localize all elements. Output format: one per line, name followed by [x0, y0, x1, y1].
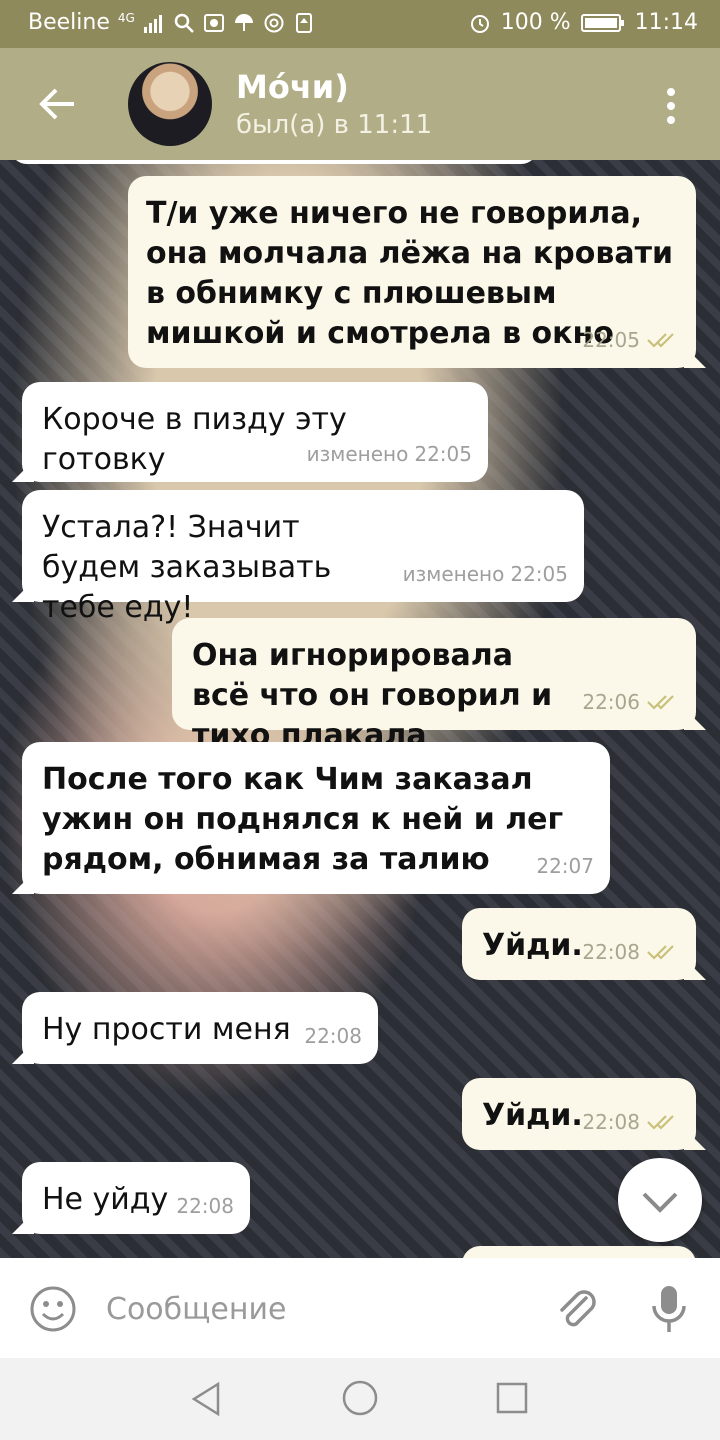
message-bubble-outgoing[interactable]: Уйди. 22:08	[462, 1078, 706, 1150]
signal-icon	[143, 14, 162, 33]
back-arrow-icon[interactable]	[30, 76, 86, 132]
message-edited-label: изменено	[306, 442, 409, 466]
nav-back-icon[interactable]	[188, 1380, 226, 1418]
message-bubble-incoming[interactable]: После того как Чим заказал ужин он подня…	[12, 742, 610, 894]
message-text: Ну прости меня	[42, 1012, 291, 1047]
contact-name[interactable]: Мо́чи)	[236, 68, 349, 106]
avatar[interactable]	[128, 62, 212, 146]
umbrella-icon	[234, 13, 253, 31]
clock: 11:14	[634, 10, 698, 35]
message-text: Короче в пизду эту готовку	[42, 402, 347, 477]
message-bubble-outgoing[interactable]: Т/и уже ничего не говорила, она молчала …	[128, 176, 706, 368]
network-type: 4G	[117, 10, 135, 25]
double-check-icon	[647, 333, 674, 348]
message-composer	[0, 1258, 720, 1358]
alarm-icon	[470, 14, 489, 33]
double-check-icon	[647, 945, 674, 960]
microphone-icon[interactable]	[644, 1282, 694, 1336]
message-time: 22:08	[176, 1194, 234, 1218]
nav-recent-icon[interactable]	[494, 1380, 530, 1416]
message-bubble-incoming[interactable]: Короче в пизду эту готовку изменено 22:05	[12, 382, 488, 482]
message-text: Устала?! Значит будем заказывать тебе ед…	[42, 510, 332, 625]
message-time: 22:05	[510, 562, 568, 586]
message-bubble-outgoing[interactable]: Она игнорировала всё что он говорил и ти…	[172, 618, 706, 753]
double-check-icon	[647, 1115, 674, 1130]
message-text: После того как Чим заказал ужин он подня…	[42, 762, 564, 877]
battery-icon	[580, 13, 624, 32]
search-icon	[174, 13, 194, 33]
system-nav-bar	[0, 1358, 720, 1440]
message-bubble-partial	[10, 160, 538, 164]
chat-header: Мо́чи) был(а) в 11:11	[0, 48, 720, 160]
contact-last-seen: был(а) в 11:11	[236, 110, 433, 140]
message-time: 22:05	[582, 328, 640, 352]
message-text: Она игнорировала всё что он говорил и ти…	[192, 638, 553, 753]
message-text: Уйди.	[482, 1098, 583, 1133]
carrier-name: Beeline	[28, 10, 110, 35]
double-check-icon	[647, 695, 674, 710]
message-time: 22:08	[304, 1024, 362, 1048]
paperclip-icon[interactable]	[552, 1284, 602, 1334]
message-time: 22:07	[536, 854, 594, 878]
message-bubble-partial	[462, 1246, 696, 1258]
message-bubble-incoming[interactable]: Устала?! Значит будем заказывать тебе ед…	[12, 490, 584, 625]
message-text: Не уйду	[42, 1182, 169, 1217]
at-icon	[264, 13, 284, 32]
message-input[interactable]	[104, 1280, 528, 1338]
chevron-down-icon	[642, 1192, 678, 1213]
gallery-icon	[203, 13, 224, 32]
nav-home-icon[interactable]	[340, 1378, 380, 1418]
message-time: 22:06	[582, 690, 640, 714]
message-time: 22:05	[414, 442, 472, 466]
message-edited-label: изменено	[402, 562, 505, 586]
message-bubble-outgoing[interactable]: Уйди. 22:08	[462, 908, 706, 980]
kebab-menu-icon[interactable]	[656, 78, 686, 134]
message-bubble-incoming[interactable]: Ну прости меня 22:08	[12, 992, 378, 1064]
emoji-icon[interactable]	[28, 1284, 78, 1334]
upload-icon	[295, 12, 312, 33]
message-time: 22:08	[582, 940, 640, 964]
message-bubble-incoming[interactable]: Не уйду 22:08	[12, 1162, 250, 1234]
message-list[interactable]: Т/и уже ничего не говорила, она молчала …	[0, 160, 720, 1258]
status-bar: Beeline 4G 100 % 11:14	[0, 0, 720, 48]
scroll-to-bottom-button[interactable]	[618, 1158, 702, 1242]
message-time: 22:08	[582, 1110, 640, 1134]
message-text: Уйди.	[482, 928, 583, 963]
battery-percent: 100 %	[500, 10, 571, 35]
